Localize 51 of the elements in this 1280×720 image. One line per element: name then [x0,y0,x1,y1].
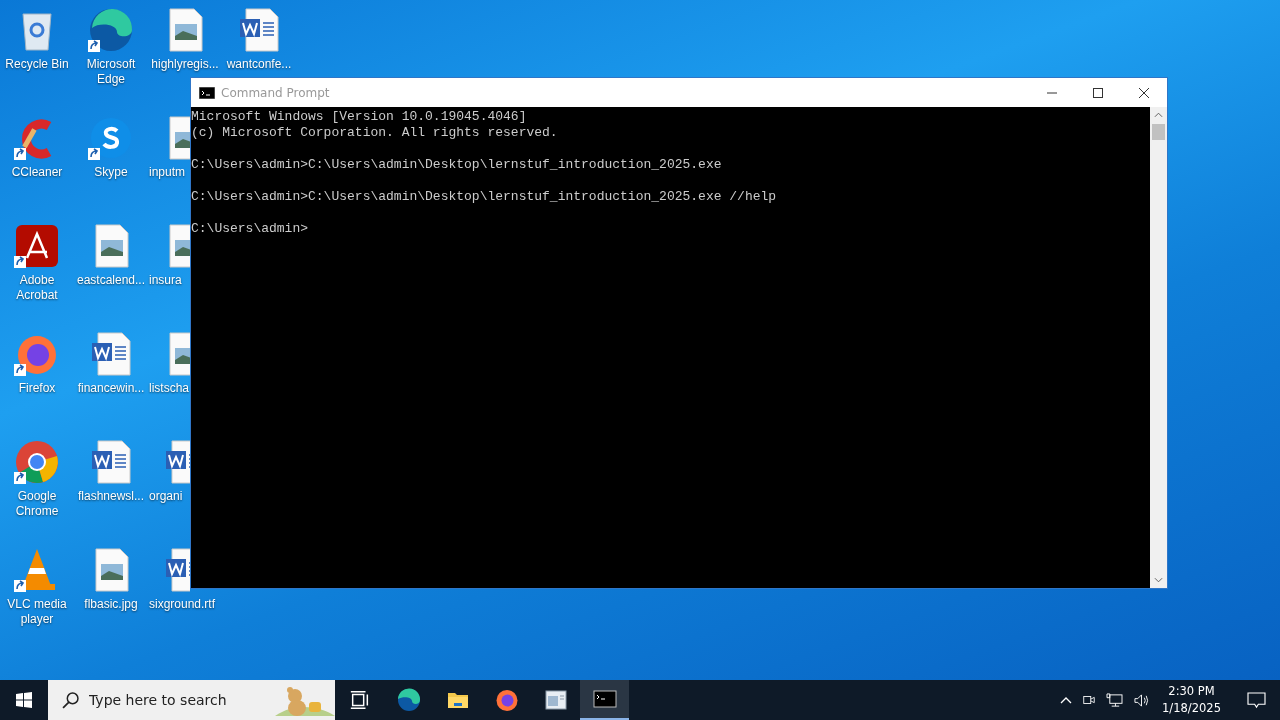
icon-label: flbasic.jpg [84,597,138,612]
search-field[interactable]: Type here to search [87,691,267,709]
close-icon [1139,87,1149,98]
scroll-up-icon[interactable] [1154,112,1163,118]
console-line: Microsoft Windows [Version 10.0.19045.4046] [191,109,527,125]
pdf-icon[interactable] [13,222,61,270]
icon-label: insura [149,273,182,288]
clock-time[interactable]: 2:30 PM [1168,683,1215,700]
icon-label: Recycle Bin [5,57,69,72]
icon-label: highlyregis... [151,57,219,72]
icon-label: organi [149,489,183,504]
network-icon[interactable] [1106,692,1124,708]
window-title: Command Prompt [221,85,330,100]
icon-label: VLC media player [6,597,68,627]
firefox-icon [494,688,519,712]
terminal-icon [591,687,618,711]
chevron-up-icon[interactable] [1060,696,1073,704]
icon-label: flashnewsl... [78,489,144,504]
clock-date[interactable]: 1/18/2025 [1162,700,1221,717]
speaker-icon[interactable] [1133,692,1151,708]
notification-icon[interactable] [1247,691,1266,709]
edge-icon[interactable] [87,6,135,54]
edge-icon [396,688,421,712]
search-icon [62,691,79,709]
icon-label: eastcalend... [76,273,145,288]
scrollbar-thumb[interactable] [1152,124,1165,140]
icon-label: wantconfe... [226,57,292,72]
icon-label: Adobe Acrobat [15,273,59,303]
icon-label: Firefox [18,381,56,396]
scrollbar[interactable] [1150,107,1167,588]
search-box[interactable]: Type here to search [48,680,335,720]
icon-label: Skype [94,165,128,180]
maximize-icon [1093,87,1103,98]
console-line: C:\Users\admin> [191,221,309,237]
icon-label: inputm [149,165,186,180]
icon-label: sixground.rtf [149,597,216,612]
taskbar-app-button[interactable] [580,680,629,720]
task-view-icon [348,689,371,711]
console-line: (c) Microsoft Corporation. All rights reserved. [191,125,558,141]
console-line: C:\Users\admin>C:\Users\admin\Desktop\lernstuf_introduction_2025.exe //help [191,189,777,205]
icon-label: Microsoft Edge [85,57,137,87]
windows-logo-icon [16,692,32,708]
chrome-icon[interactable] [13,438,61,486]
icon-label: financewin... [77,381,145,396]
console-line: C:\Users\admin>C:\Users\admin\Desktop\lernstuf_introduction_2025.exe [191,157,722,173]
icon-label: Google Chrome [14,489,60,519]
icon-label: CCleaner [11,165,63,180]
scroll-down-icon[interactable] [1154,577,1163,583]
terminal-icon [199,86,215,99]
icon-label: listscha [149,381,189,396]
window-app-icon [543,688,568,712]
